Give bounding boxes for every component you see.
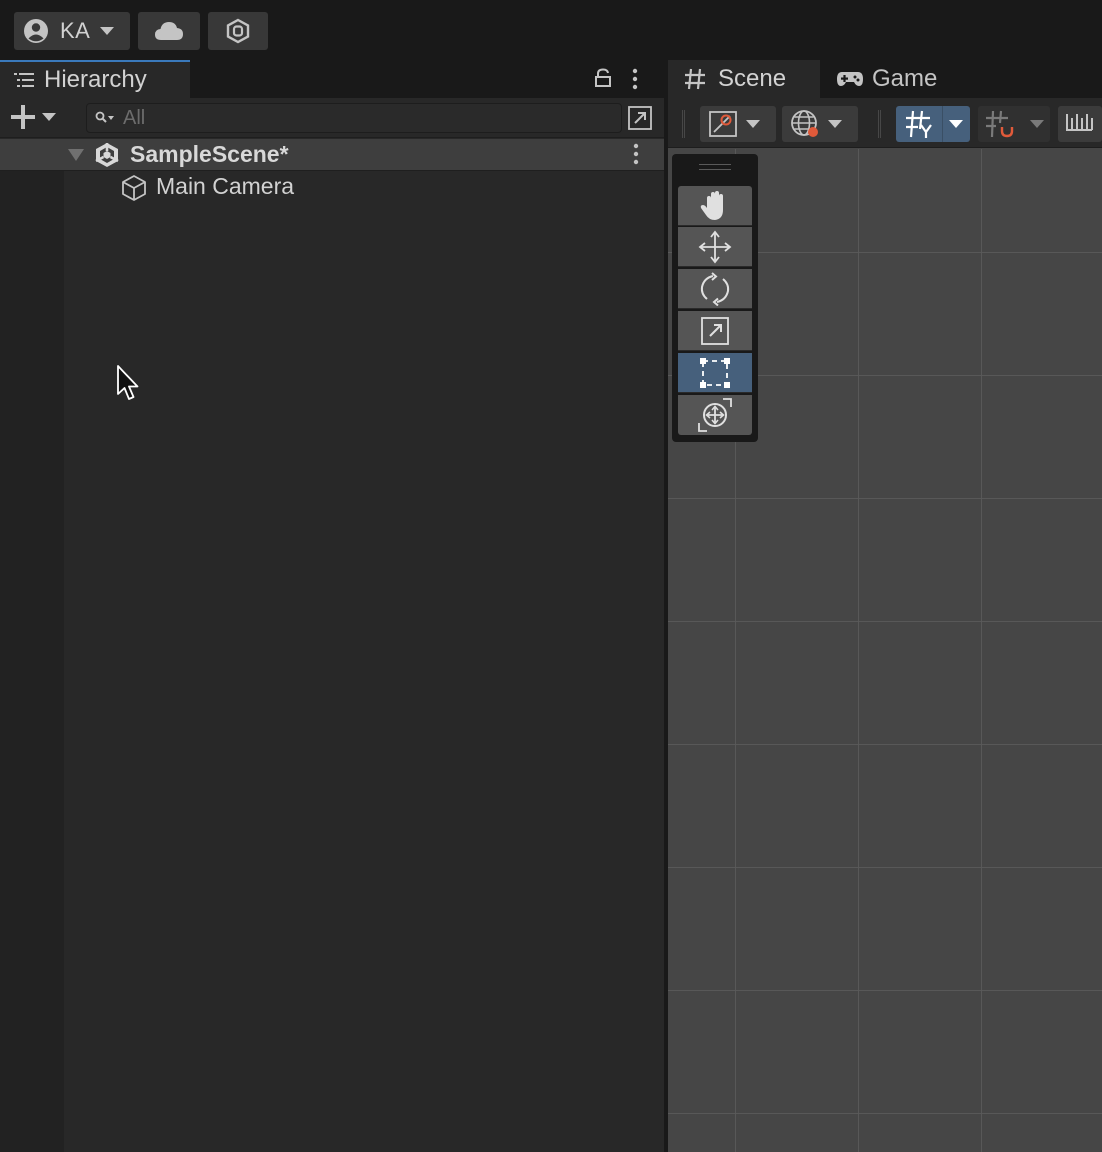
account-label: KA <box>60 18 91 43</box>
transform-icon <box>698 398 732 432</box>
rotate-tool-button[interactable] <box>678 269 752 309</box>
tab-scene-label: Scene <box>718 65 787 92</box>
plus-icon <box>10 104 36 130</box>
hand-icon <box>698 189 732 223</box>
rotate-icon <box>698 271 732 306</box>
transform-tool-button[interactable] <box>678 395 752 435</box>
collaborate-button[interactable] <box>208 12 268 50</box>
move-tool-button[interactable] <box>678 227 752 267</box>
search-input[interactable] <box>123 106 603 130</box>
tab-hierarchy-label: Hierarchy <box>44 66 147 93</box>
tool-palette <box>672 154 758 442</box>
list-icon <box>14 72 34 88</box>
grid-snapping-toggle[interactable] <box>978 106 1050 142</box>
tree-gutter <box>0 171 64 1152</box>
cloud-button[interactable] <box>138 12 200 50</box>
hierarchy-toolbar <box>0 98 664 138</box>
tab-game-label: Game <box>872 65 938 92</box>
chevron-down-icon[interactable] <box>1024 106 1050 142</box>
tab-scene[interactable]: Scene <box>668 60 820 98</box>
chevron-down-icon <box>746 119 760 129</box>
render-mode-dropdown[interactable] <box>782 106 858 142</box>
hierarchy-search <box>86 103 622 133</box>
hierarchy-panel: Hierarchy All SampleScene* Main Camera <box>0 60 664 1152</box>
rect-transform-icon <box>698 356 732 390</box>
chevron-down-icon[interactable] <box>942 106 968 142</box>
hash-icon <box>684 68 706 90</box>
draw-mode-icon <box>708 110 738 138</box>
draw-mode-dropdown[interactable] <box>700 106 776 142</box>
chevron-down-icon <box>828 119 842 129</box>
more-options-icon[interactable] <box>631 68 639 90</box>
hierarchy-tab-bar: Hierarchy <box>0 60 664 98</box>
tab-hierarchy[interactable]: Hierarchy <box>0 60 190 98</box>
gameobject-cube-icon <box>120 174 148 202</box>
grid-y-icon <box>904 109 934 139</box>
unity-scene-icon <box>94 142 120 168</box>
chevron-down-icon <box>42 112 56 122</box>
lock-icon[interactable] <box>594 68 612 88</box>
create-button[interactable] <box>10 104 56 130</box>
scene-panel: Scene Game <box>668 60 1102 1152</box>
toolbar-grip[interactable] <box>682 110 685 138</box>
rect-tool-button[interactable] <box>678 353 752 393</box>
move-arrows-icon <box>698 230 732 264</box>
collab-icon <box>225 18 251 44</box>
scene-view-toolbar <box>668 98 1102 148</box>
account-button[interactable]: KA <box>14 12 130 50</box>
tree-item-main-camera[interactable]: Main Camera <box>64 172 664 204</box>
scale-tool-button[interactable] <box>678 311 752 351</box>
main-toolbar: KA <box>0 0 1102 60</box>
hierarchy-tree: SampleScene* Main Camera <box>0 139 664 1152</box>
scale-icon <box>698 314 732 348</box>
palette-drag-handle[interactable] <box>699 164 731 170</box>
ruler-icon <box>1064 110 1094 138</box>
foldout-arrow-icon[interactable] <box>68 149 84 161</box>
account-icon <box>22 17 50 45</box>
globe-icon <box>790 109 820 139</box>
cloud-icon <box>154 20 184 42</box>
scene-options-icon[interactable] <box>632 143 640 165</box>
grid-snap-icon <box>984 109 1014 139</box>
open-scene-search-button[interactable] <box>624 103 656 133</box>
search-icon[interactable] <box>95 111 115 125</box>
scene-tab-bar: Scene Game <box>668 60 1102 98</box>
scene-name: SampleScene* <box>130 141 289 167</box>
scene-row[interactable]: SampleScene* <box>0 139 664 171</box>
gamepad-icon <box>836 70 864 88</box>
tree-item-label: Main Camera <box>156 173 295 199</box>
grid-visibility-toggle[interactable] <box>896 106 970 142</box>
mouse-cursor-icon <box>116 364 142 402</box>
increment-snap-button[interactable] <box>1058 106 1102 142</box>
toolbar-grip[interactable] <box>878 110 881 138</box>
hand-tool-button[interactable] <box>678 186 752 226</box>
tab-game[interactable]: Game <box>836 60 937 98</box>
external-link-icon <box>627 105 653 131</box>
chevron-down-icon <box>100 26 115 36</box>
